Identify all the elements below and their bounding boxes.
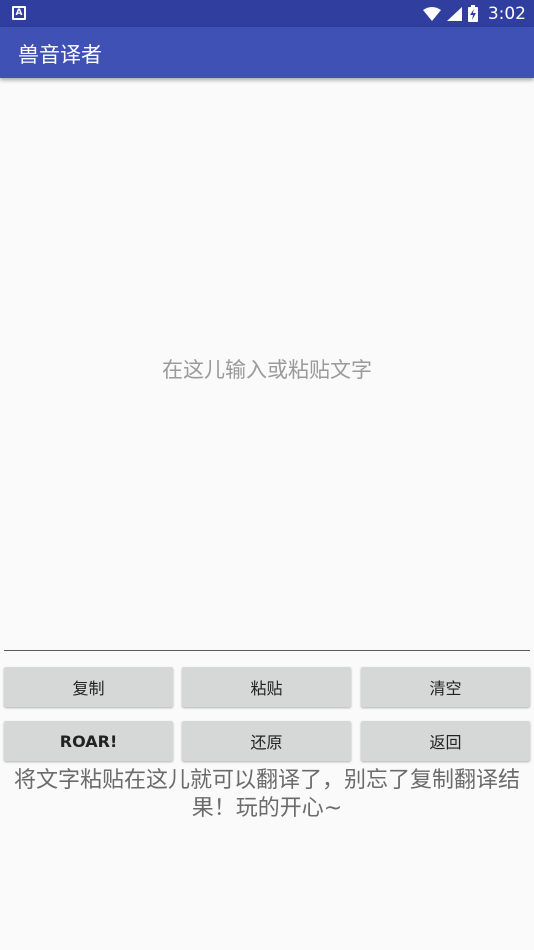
text-input[interactable]: 在这儿输入或粘贴文字 [4,80,530,651]
status-time: 3:02 [487,3,526,24]
status-icons: 3:02 [422,0,526,27]
battery-charging-icon [467,5,478,22]
app-title: 兽音译者 [18,43,102,67]
input-placeholder: 在这儿输入或粘贴文字 [162,358,372,382]
signal-icon [446,6,462,21]
hint-text: 将文字粘贴在这儿就可以翻译了，别忘了复制翻译结果！玩的开心~ [13,768,520,821]
accessibility-notification-icon: A [12,6,26,20]
clear-button[interactable]: 清空 [361,667,530,707]
paste-button[interactable]: 粘贴 [182,667,351,707]
wifi-icon [422,6,441,21]
back-button[interactable]: 返回 [361,721,530,761]
app-bar: 兽音译者 [0,27,534,78]
roar-button[interactable]: ROAR! [4,721,173,761]
status-bar: A 3:02 [0,0,534,27]
copy-button[interactable]: 复制 [4,667,173,707]
restore-button[interactable]: 还原 [182,721,351,761]
